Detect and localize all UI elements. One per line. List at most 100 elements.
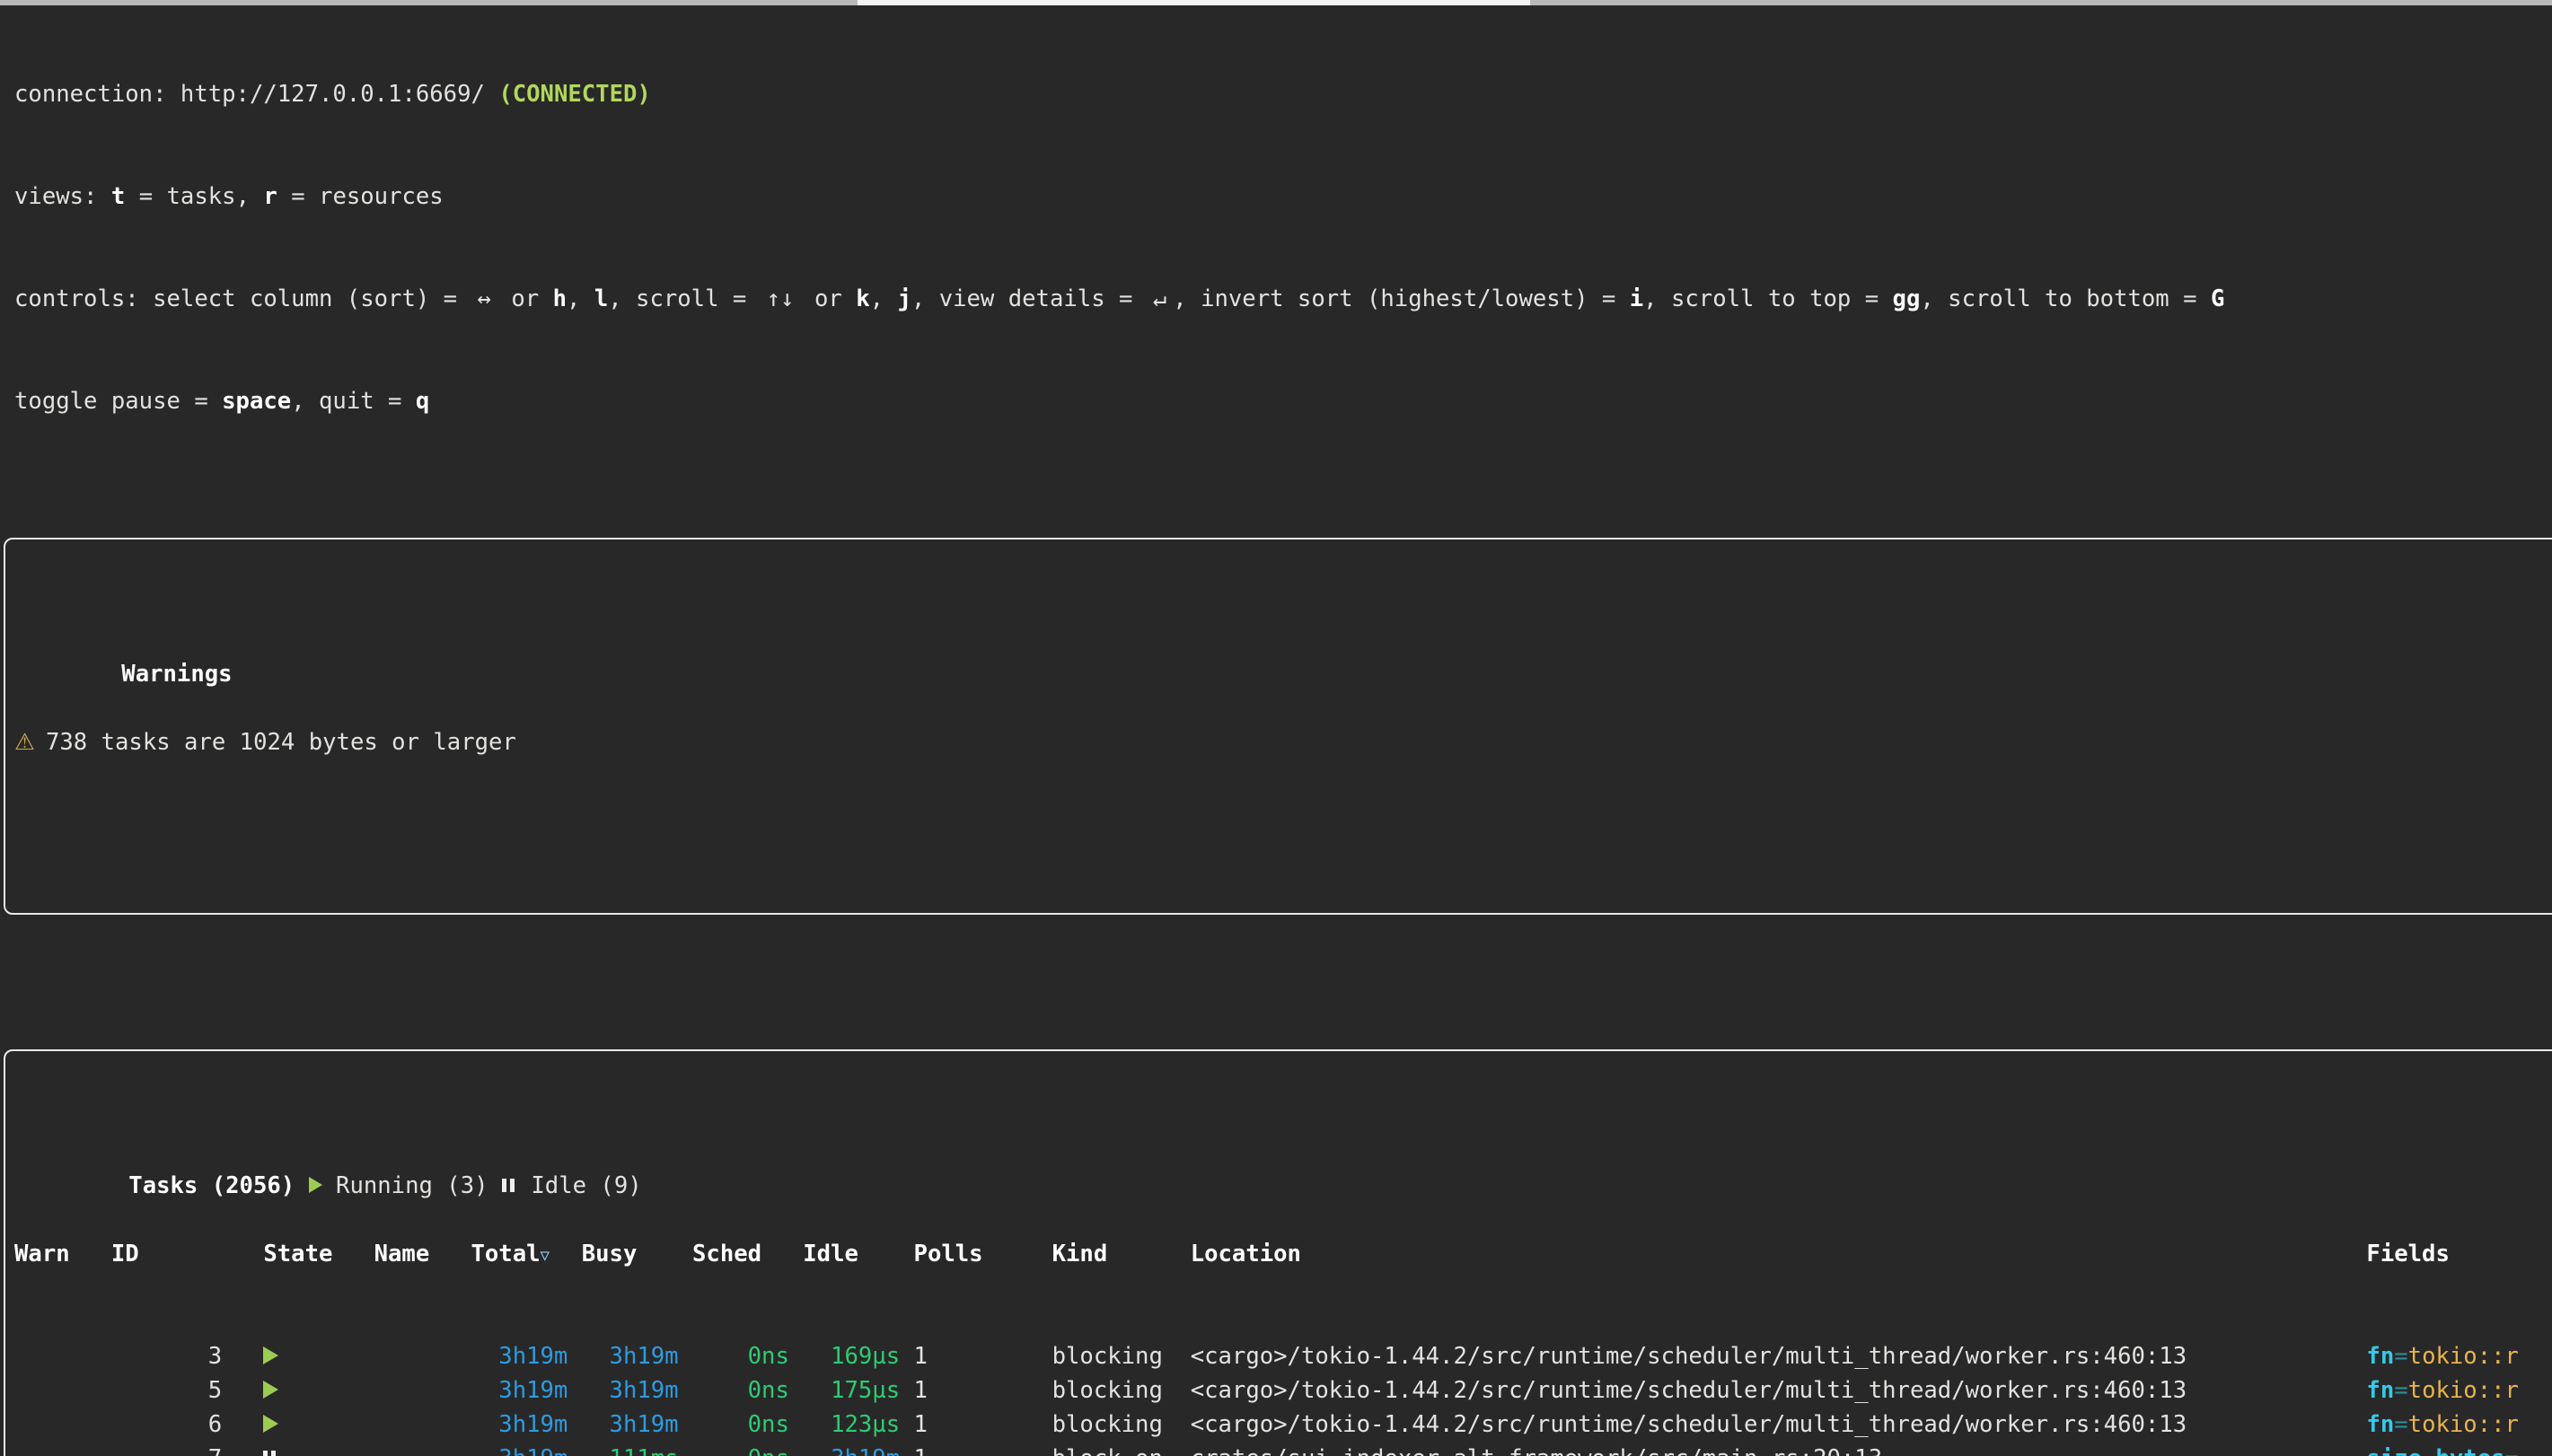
text-segment: toggle pause =	[14, 388, 222, 415]
column-header-fields[interactable]: Fields	[2366, 1237, 2552, 1272]
task-polls: 1	[914, 1408, 1052, 1442]
text-segment: j	[897, 285, 911, 312]
tasks-idle-label: Idle (9)	[531, 1172, 641, 1199]
text-segment: ↔	[471, 282, 497, 316]
warnings-bottom-spacer	[0, 828, 2552, 862]
task-state	[263, 1408, 374, 1442]
column-header-name[interactable]: Name	[374, 1237, 471, 1272]
running-icon	[263, 1381, 278, 1399]
task-total: 3h19m	[471, 1442, 581, 1456]
column-header-loc[interactable]: Location	[1191, 1237, 2367, 1272]
idle-duration: 3h19m	[831, 1445, 900, 1456]
running-icon	[263, 1415, 278, 1433]
sched-duration: 0ns	[748, 1445, 789, 1456]
running-icon	[309, 1177, 322, 1193]
column-header-id[interactable]: ID	[111, 1237, 263, 1272]
task-rows: 33h19m3h19m0ns169µs1blocking<cargo>/toki…	[0, 1339, 2552, 1456]
text-segment: k	[856, 285, 869, 312]
warnings-title-row: Warnings	[0, 623, 2552, 657]
task-idle: 175µs	[803, 1373, 913, 1408]
task-row[interactable]: 63h19m3h19m0ns123µs1blocking<cargo>/toki…	[0, 1408, 2552, 1442]
tasks-panel: Tasks (2056) Running (3) Idle (9) WarnID…	[0, 1032, 2552, 1456]
task-total: 3h19m	[471, 1408, 581, 1442]
text-segment: (CONNECTED)	[498, 81, 651, 108]
tab-strip-left	[0, 0, 858, 5]
column-header-busy[interactable]: Busy	[582, 1237, 692, 1272]
task-location: <cargo>/tokio-1.44.2/src/runtime/schedul…	[1191, 1408, 2367, 1442]
text-segment: space	[222, 388, 291, 415]
tokio-console-terminal: connection: http://127.0.0.1:6669/ (CONN…	[0, 0, 2552, 1456]
task-state	[263, 1442, 374, 1456]
task-idle: 169µs	[803, 1339, 913, 1373]
column-header-total[interactable]: Total▿	[471, 1237, 581, 1272]
task-row[interactable]: 33h19m3h19m0ns169µs1blocking<cargo>/toki…	[0, 1339, 2552, 1373]
window-tab-strip	[0, 0, 2552, 5]
field-segment: =	[2394, 1411, 2407, 1438]
task-polls: 1	[914, 1339, 1052, 1373]
field-segment: fn	[2366, 1343, 2394, 1370]
warn-cell	[14, 1442, 111, 1456]
total-duration: 3h19m	[498, 1411, 568, 1438]
task-state	[263, 1339, 374, 1373]
warn-cell	[14, 1339, 111, 1373]
busy-duration: 3h19m	[610, 1343, 679, 1370]
text-segment: ,	[567, 285, 594, 312]
field-segment: tokio::r	[2408, 1411, 2519, 1438]
column-header-warn[interactable]: Warn	[14, 1237, 111, 1272]
tab-strip-right	[1530, 0, 2552, 5]
field-segment: fn	[2366, 1411, 2394, 1438]
busy-duration: 111ms	[610, 1445, 679, 1456]
idle-duration: 175µs	[831, 1377, 900, 1404]
task-id: 3	[111, 1339, 263, 1373]
terminal-content: connection: http://127.0.0.1:6669/ (CONN…	[0, 9, 2552, 1456]
text-segment: or	[497, 285, 553, 312]
paused-icon	[263, 1451, 268, 1456]
column-header-polls[interactable]: Polls	[914, 1237, 1052, 1272]
text-segment: i	[1630, 285, 1643, 312]
task-idle: 3h19m	[803, 1442, 913, 1456]
column-header-sched[interactable]: Sched	[692, 1237, 803, 1272]
table-header-row: WarnIDStateNameTotal▿BusySchedIdlePollsK…	[0, 1237, 2552, 1271]
text-segment: l	[594, 285, 608, 312]
text-segment: gg	[1893, 285, 1921, 312]
task-sched: 0ns	[692, 1373, 803, 1408]
column-header-kind[interactable]: Kind	[1052, 1237, 1191, 1272]
text-segment: , quit =	[291, 388, 416, 415]
task-fields: size.bytes=	[2366, 1442, 2552, 1456]
text-segment: h	[553, 285, 567, 312]
task-location: <cargo>/tokio-1.44.2/src/runtime/schedul…	[1191, 1339, 2367, 1373]
task-fields: fn=tokio::r	[2366, 1339, 2552, 1373]
task-id: 7	[111, 1442, 263, 1456]
task-kind: block_on	[1052, 1442, 1191, 1456]
tasks-running-label: Running (3)	[336, 1172, 488, 1199]
task-row[interactable]: 7 3h19m 111ms 0ns 3h19m 1block_oncrates/sui-i…	[0, 1442, 2552, 1456]
text-segment: = tasks,	[125, 183, 263, 210]
field-segment: tokio::r	[2408, 1343, 2519, 1370]
text-segment: , invert sort (highest/lowest) =	[1173, 285, 1630, 312]
column-header-state[interactable]: State	[263, 1237, 374, 1272]
idle-duration: 123µs	[831, 1411, 900, 1438]
warning-text: 738 tasks are 1024 bytes or larger	[46, 729, 516, 756]
connection-line: connection: http://127.0.0.1:6669/ (CONN…	[0, 77, 2552, 111]
text-segment: controls: select column (sort) =	[14, 285, 471, 312]
task-row[interactable]: 53h19m3h19m0ns175µs1blocking<cargo>/toki…	[0, 1373, 2552, 1408]
text-segment: , scroll =	[608, 285, 761, 312]
task-location: <cargo>/tokio-1.44.2/src/runtime/schedul…	[1191, 1373, 2367, 1408]
task-kind: blocking	[1052, 1408, 1191, 1442]
text-segment: , scroll to bottom =	[1920, 285, 2211, 312]
task-id: 5	[111, 1373, 263, 1408]
busy-duration: 3h19m	[610, 1411, 679, 1438]
column-header-idle[interactable]: Idle	[803, 1237, 913, 1272]
text-segment: or	[801, 285, 857, 312]
text-segment: connection: http://127.0.0.1:6669/	[14, 81, 498, 108]
warnings-panel: Warnings ⚠738 tasks are 1024 bytes or la…	[0, 521, 2552, 930]
warn-cell	[14, 1373, 111, 1408]
views-line: views: t = tasks, r = resources	[0, 180, 2552, 214]
busy-duration: 3h19m	[610, 1377, 679, 1404]
text-segment: = resources	[277, 183, 444, 210]
sched-duration: 0ns	[748, 1411, 789, 1438]
field-segment: fn	[2366, 1377, 2394, 1404]
warnings-title: Warnings	[119, 661, 239, 688]
task-polls: 1	[914, 1442, 1052, 1456]
task-location: crates/sui-indexer-alt-framework/src/mai…	[1191, 1442, 2367, 1456]
